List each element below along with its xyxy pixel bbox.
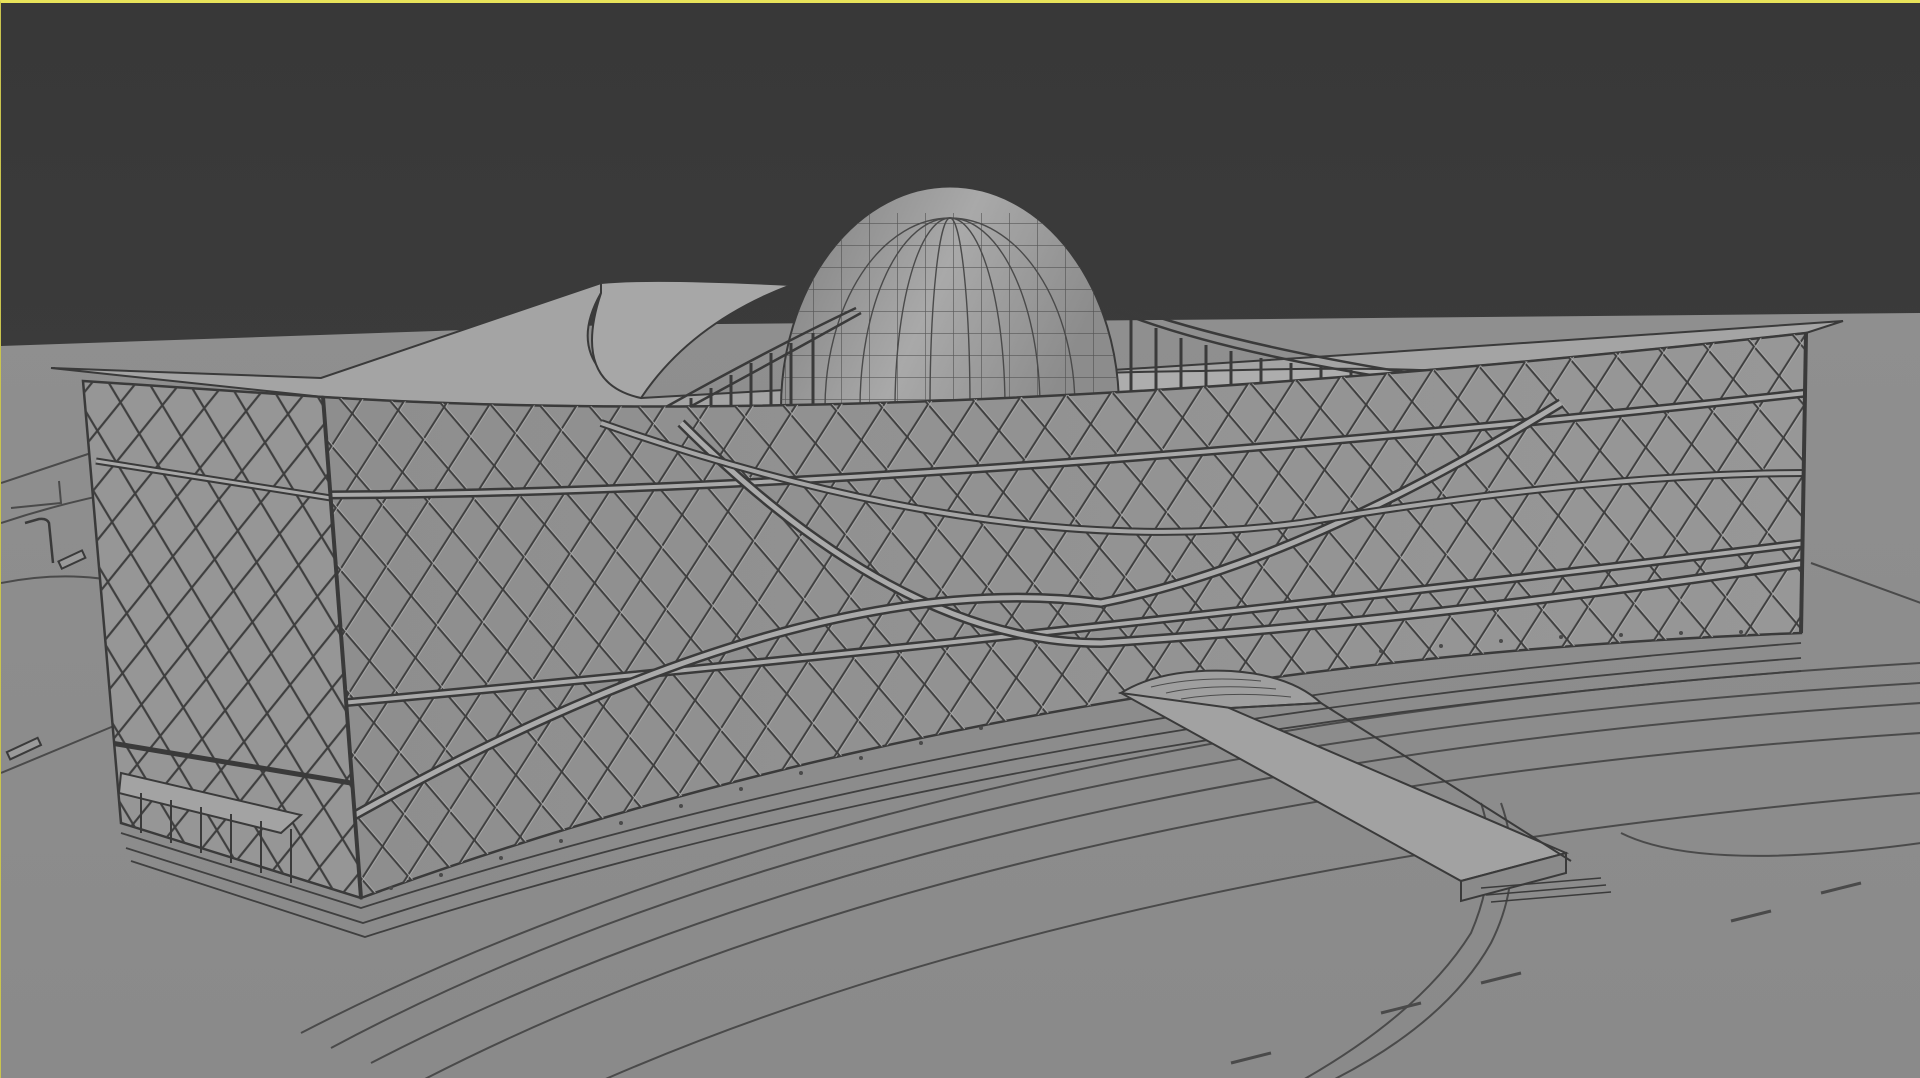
viewport-canvas[interactable] (1, 3, 1920, 1078)
3d-viewport[interactable] (0, 0, 1920, 1078)
